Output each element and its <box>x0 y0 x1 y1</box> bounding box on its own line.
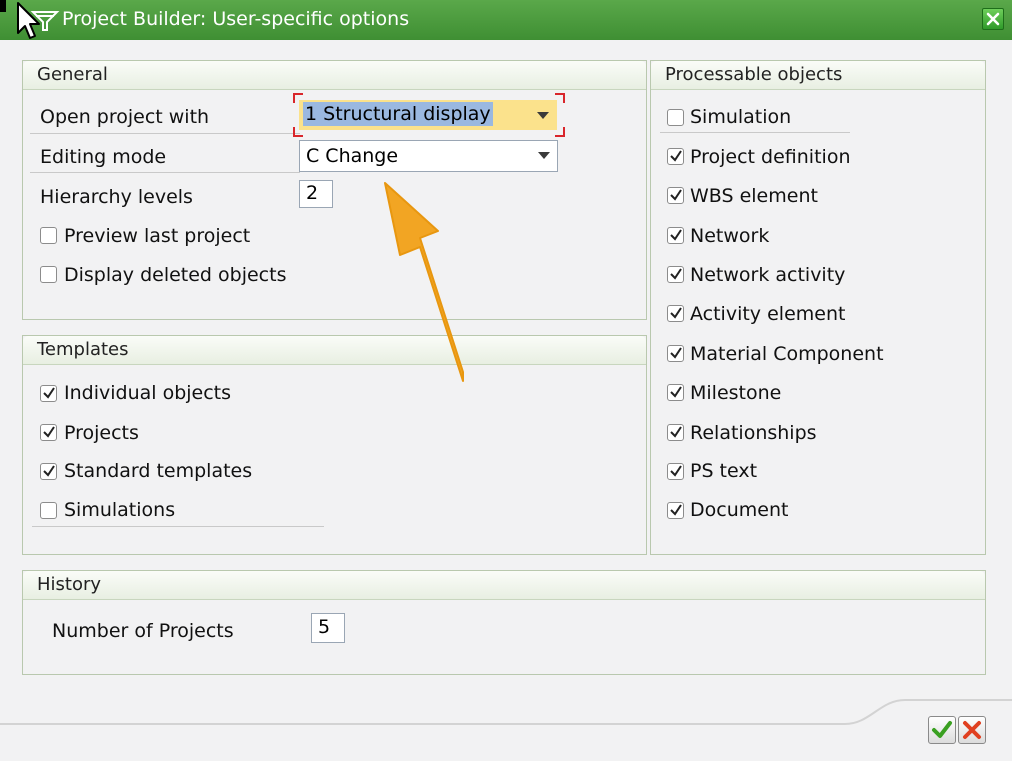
document-label: Document <box>690 499 789 521</box>
general-header-divider <box>30 133 300 134</box>
simulations-divider <box>32 526 324 527</box>
open-project-label: Open project with <box>40 106 210 128</box>
processable-objects-group-header: Processable objects <box>651 61 985 90</box>
checkmark-icon <box>670 307 682 319</box>
preview-last-project-label: Preview last project <box>64 225 251 247</box>
history-group-header: History <box>23 571 985 600</box>
checkmark-icon <box>670 229 682 241</box>
relationships-checkbox[interactable] <box>667 424 684 441</box>
material-component-label: Material Component <box>690 343 884 365</box>
template-individual-objects-label: Individual objects <box>64 382 232 404</box>
activity-element-label: Activity element <box>690 303 846 325</box>
editing-mode-dropdown[interactable]: C Change <box>299 140 558 172</box>
window-title: Project Builder: User-specific options <box>62 8 410 30</box>
title-bar: Project Builder: User-specific options <box>0 0 1012 40</box>
processable-objects-heading: Processable objects <box>665 64 843 85</box>
cancel-button[interactable] <box>958 716 986 744</box>
templates-group: Templates <box>22 335 647 555</box>
number-of-projects-label: Number of Projects <box>52 620 234 642</box>
template-projects-checkbox[interactable] <box>40 424 57 441</box>
checkmark-icon <box>43 426 55 438</box>
network-checkbox[interactable] <box>667 227 684 244</box>
milestone-checkbox[interactable] <box>667 384 684 401</box>
project-definition-checkbox[interactable] <box>667 148 684 165</box>
annotation-arrow-icon <box>384 182 464 382</box>
relationships-label: Relationships <box>690 422 817 444</box>
templates-group-header: Templates <box>23 336 646 365</box>
history-heading: History <box>37 574 102 595</box>
chevron-down-icon <box>538 152 550 159</box>
template-standard-templates-checkbox[interactable] <box>40 463 57 480</box>
milestone-label: Milestone <box>690 382 782 404</box>
number-of-projects-value: 5 <box>318 616 331 638</box>
display-deleted-objects-label: Display deleted objects <box>64 264 287 286</box>
project-definition-label: Project definition <box>690 146 851 168</box>
templates-heading: Templates <box>37 339 129 360</box>
wbs-element-label: WBS element <box>690 185 818 207</box>
material-component-checkbox[interactable] <box>667 345 684 362</box>
checkmark-icon <box>670 268 682 280</box>
general-group-header: General <box>23 61 646 90</box>
mouse-pointer-icon <box>0 0 40 39</box>
editing-mode-value: C Change <box>306 145 399 167</box>
template-simulations-checkbox[interactable] <box>40 502 57 519</box>
checkmark-icon <box>670 347 682 359</box>
template-simulations-label: Simulations <box>64 499 176 521</box>
focus-marker-icon <box>293 93 565 137</box>
editing-mode-divider <box>30 172 300 173</box>
simulation-divider <box>660 132 850 133</box>
preview-last-project-checkbox[interactable] <box>40 227 57 244</box>
checkmark-icon <box>670 189 682 201</box>
checkmark-icon <box>670 150 682 162</box>
ps-text-checkbox[interactable] <box>667 463 684 480</box>
checkmark-icon <box>670 504 682 516</box>
editing-mode-label: Editing mode <box>40 146 167 168</box>
activity-element-checkbox[interactable] <box>667 305 684 322</box>
network-activity-label: Network activity <box>690 264 846 286</box>
network-label: Network <box>690 225 770 247</box>
wbs-element-checkbox[interactable] <box>667 187 684 204</box>
display-deleted-objects-checkbox[interactable] <box>40 266 57 283</box>
template-standard-templates-label: Standard templates <box>64 460 253 482</box>
dialog-window: Project Builder: User-specific options G… <box>0 0 1012 761</box>
general-heading: General <box>37 64 108 85</box>
cancel-x-icon <box>963 721 981 739</box>
simulation-checkbox[interactable] <box>667 109 684 126</box>
document-checkbox[interactable] <box>667 502 684 519</box>
template-projects-label: Projects <box>64 422 139 444</box>
footer-separator <box>0 699 1012 725</box>
confirm-button[interactable] <box>928 716 956 744</box>
checkmark-icon <box>932 721 952 738</box>
template-individual-objects-checkbox[interactable] <box>40 385 57 402</box>
simulation-label: Simulation <box>690 106 792 128</box>
number-of-projects-input[interactable]: 5 <box>311 613 345 643</box>
close-button[interactable] <box>982 8 1004 30</box>
checkmark-icon <box>670 465 682 477</box>
close-icon <box>986 12 1000 26</box>
network-activity-checkbox[interactable] <box>667 266 684 283</box>
checkmark-icon <box>43 465 55 477</box>
hierarchy-levels-value: 2 <box>306 182 319 204</box>
hierarchy-levels-input[interactable]: 2 <box>299 180 333 208</box>
hierarchy-levels-label: Hierarchy levels <box>40 186 193 208</box>
checkmark-icon <box>670 426 682 438</box>
checkmark-icon <box>43 387 55 399</box>
checkmark-icon <box>670 386 682 398</box>
ps-text-label: PS text <box>690 460 758 482</box>
